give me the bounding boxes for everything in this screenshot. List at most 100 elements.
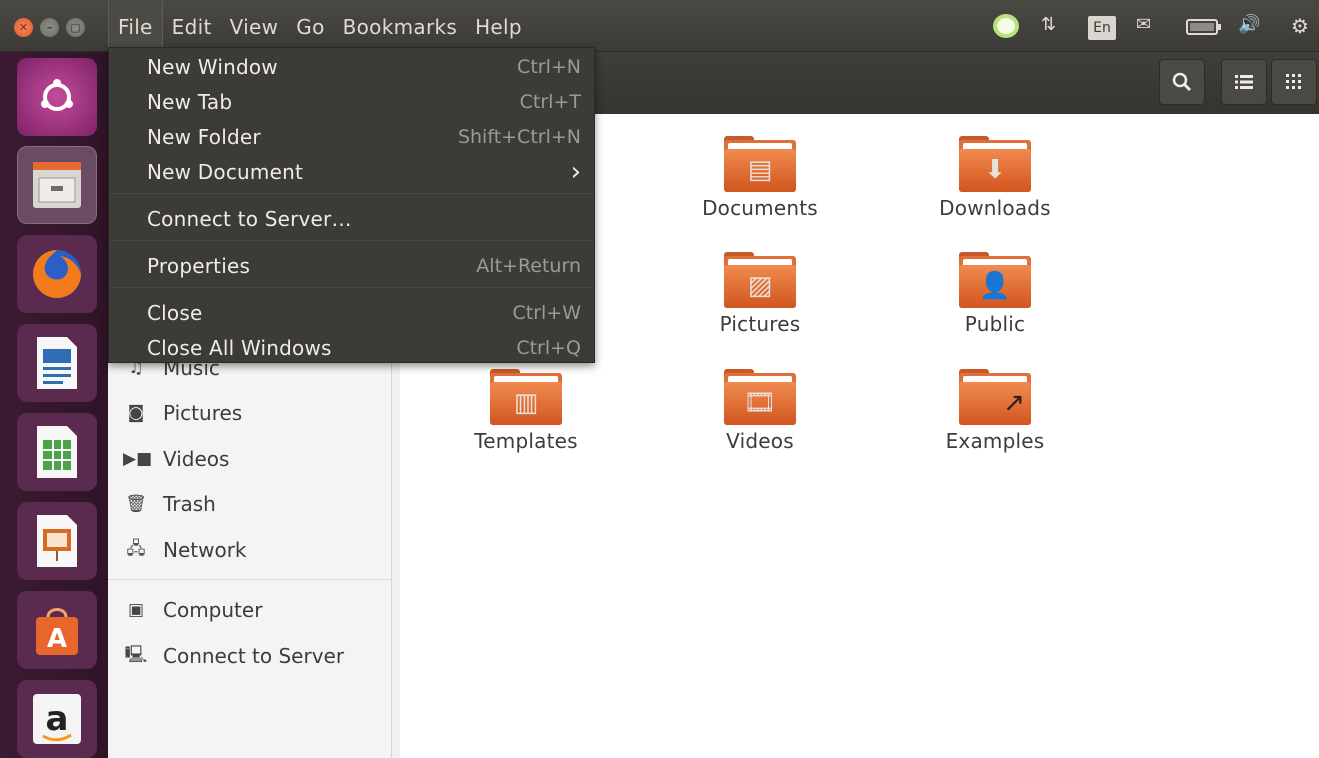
libreoffice-impress-icon[interactable] — [17, 502, 97, 580]
mail-icon[interactable]: ✉ — [1136, 14, 1151, 35]
svg-text:A: A — [47, 624, 67, 654]
sidebar-item-label: Videos — [163, 447, 230, 471]
menu-item-shortcut: Ctrl+T — [519, 90, 581, 113]
launcher: A a — [0, 52, 108, 758]
sidebar-item-label: Connect to Server — [163, 644, 345, 668]
menu-item-new-tab[interactable]: New Tab Ctrl+T — [109, 84, 596, 119]
libreoffice-writer-icon[interactable] — [17, 324, 97, 402]
menu-item-shortcut: Ctrl+W — [512, 301, 581, 324]
network-icon: 🖧 — [126, 538, 146, 559]
menu-item-label: New Folder — [147, 124, 261, 149]
folder-videos[interactable]: 🎞 Videos — [665, 369, 855, 453]
computer-icon: ▣ — [127, 600, 145, 620]
menu-bookmarks[interactable]: Bookmarks — [334, 0, 466, 52]
template-emblem-icon: ▥ — [513, 388, 539, 418]
sidebar-item-label: Network — [163, 538, 247, 562]
menu-help[interactable]: Help — [466, 0, 531, 52]
menu-item-close-all-windows[interactable]: Close All Windows Ctrl+Q — [109, 330, 596, 365]
menu-item-label: Close — [147, 300, 203, 325]
folder-examples[interactable]: ↗ Examples — [900, 369, 1090, 453]
folder-label: Documents — [702, 196, 818, 220]
camera-icon: ◙ — [127, 403, 145, 423]
menu-item-new-document[interactable]: New Document › — [109, 154, 596, 189]
menu-edit[interactable]: Edit — [163, 0, 221, 52]
folder-label: Videos — [726, 429, 794, 453]
svg-text:a: a — [46, 699, 69, 739]
video-icon: ▶■ — [123, 449, 153, 469]
grid-view-button[interactable] — [1271, 59, 1317, 105]
person-icon: 👤 — [978, 271, 1012, 301]
list-view-button[interactable] — [1221, 59, 1267, 105]
messaging-icon[interactable] — [990, 12, 1022, 47]
folder-label: Downloads — [939, 196, 1051, 220]
folder-public[interactable]: 👤 Public — [900, 252, 1090, 336]
menu-item-new-folder[interactable]: New Folder Shift+Ctrl+N — [109, 119, 596, 154]
sidebar-item-trash[interactable]: 🗑 Trash — [123, 487, 216, 521]
grid-view-icon — [1286, 74, 1301, 89]
menu-item-label: Close All Windows — [147, 335, 332, 360]
menu-separator — [110, 287, 594, 288]
folder-documents[interactable]: ▤ Documents — [665, 136, 855, 220]
pictures-emblem-icon: ▨ — [747, 271, 773, 301]
folder-downloads[interactable]: ⬇ Downloads — [900, 136, 1090, 220]
amazon-icon[interactable]: a — [17, 680, 97, 758]
sidebar-item-label: Pictures — [163, 401, 243, 425]
menu-file[interactable]: File — [108, 0, 163, 52]
menu-item-label: New Tab — [147, 89, 233, 114]
folder-templates[interactable]: ▥ Templates — [431, 369, 621, 453]
menu-item-label: Properties — [147, 253, 251, 278]
menu-item-close[interactable]: Close Ctrl+W — [109, 295, 596, 330]
search-icon — [1172, 72, 1192, 92]
sidebar-item-videos[interactable]: ▶■ Videos — [123, 442, 229, 476]
sidebar-item-computer[interactable]: ▣ Computer — [123, 593, 262, 627]
menu-item-shortcut: Ctrl+N — [517, 55, 581, 78]
menu-go[interactable]: Go — [287, 0, 333, 52]
window-close-button[interactable]: ✕ — [14, 18, 33, 37]
volume-icon[interactable]: 🔊 — [1238, 14, 1260, 35]
sidebar-item-pictures[interactable]: ◙ Pictures — [123, 396, 242, 430]
menu-item-connect-to-server[interactable]: Connect to Server… — [109, 201, 596, 236]
menu-item-label: New Document — [147, 159, 303, 184]
keyboard-layout-indicator[interactable]: En — [1088, 16, 1116, 40]
menu-item-properties[interactable]: Properties Alt+Return — [109, 248, 596, 283]
download-arrow-icon: ⬇ — [984, 155, 1006, 185]
sidebar-item-label: Trash — [163, 492, 216, 516]
menu-view[interactable]: View — [221, 0, 288, 52]
folder-pictures[interactable]: ▨ Pictures — [665, 252, 855, 336]
sidebar-item-network[interactable]: 🖧 Network — [123, 533, 247, 567]
folder-label: Pictures — [719, 312, 801, 336]
menu-separator — [110, 193, 594, 194]
trash-icon: 🗑 — [125, 494, 147, 514]
document-emblem-icon: ▤ — [747, 155, 773, 185]
battery-icon[interactable] — [1186, 18, 1222, 41]
folder-label: Examples — [945, 429, 1045, 453]
menu-item-new-window[interactable]: New Window Ctrl+N — [109, 49, 596, 84]
sidebar-item-connect-to-server[interactable]: 🖳 Connect to Server — [123, 639, 344, 673]
top-panel: ✕ – ▢ File Edit View Go Bookmarks Help ⇅… — [0, 0, 1319, 52]
network-transfer-icon[interactable]: ⇅ — [1041, 14, 1056, 35]
firefox-icon[interactable] — [17, 235, 97, 313]
sidebar-item-label: Computer — [163, 598, 263, 622]
search-button[interactable] — [1159, 59, 1205, 105]
film-icon: 🎞 — [743, 388, 777, 418]
menu-item-shortcut: Shift+Ctrl+N — [457, 125, 581, 148]
menu-item-shortcut: Ctrl+Q — [516, 336, 581, 359]
menu-separator — [110, 240, 594, 241]
menu-item-label: New Window — [147, 54, 278, 79]
software-center-icon[interactable]: A — [17, 591, 97, 669]
sidebar-divider — [108, 579, 392, 580]
link-arrow-icon: ↗ — [1003, 388, 1025, 418]
file-menu-dropdown: New Window Ctrl+N New Tab Ctrl+T New Fol… — [108, 47, 595, 363]
files-app-icon[interactable] — [17, 146, 97, 224]
menubar: File Edit View Go Bookmarks Help — [108, 0, 531, 52]
folder-label: Public — [964, 312, 1026, 336]
list-view-icon — [1235, 75, 1253, 89]
server-icon: 🖳 — [124, 644, 148, 665]
folder-label: Templates — [474, 429, 578, 453]
settings-gear-icon[interactable]: ⚙ — [1291, 14, 1309, 38]
menu-item-label: Connect to Server… — [147, 206, 352, 231]
window-maximize-button[interactable]: ▢ — [66, 18, 85, 37]
window-minimize-button[interactable]: – — [40, 18, 59, 37]
libreoffice-calc-icon[interactable] — [17, 413, 97, 491]
ubuntu-dash-icon[interactable] — [17, 58, 97, 136]
